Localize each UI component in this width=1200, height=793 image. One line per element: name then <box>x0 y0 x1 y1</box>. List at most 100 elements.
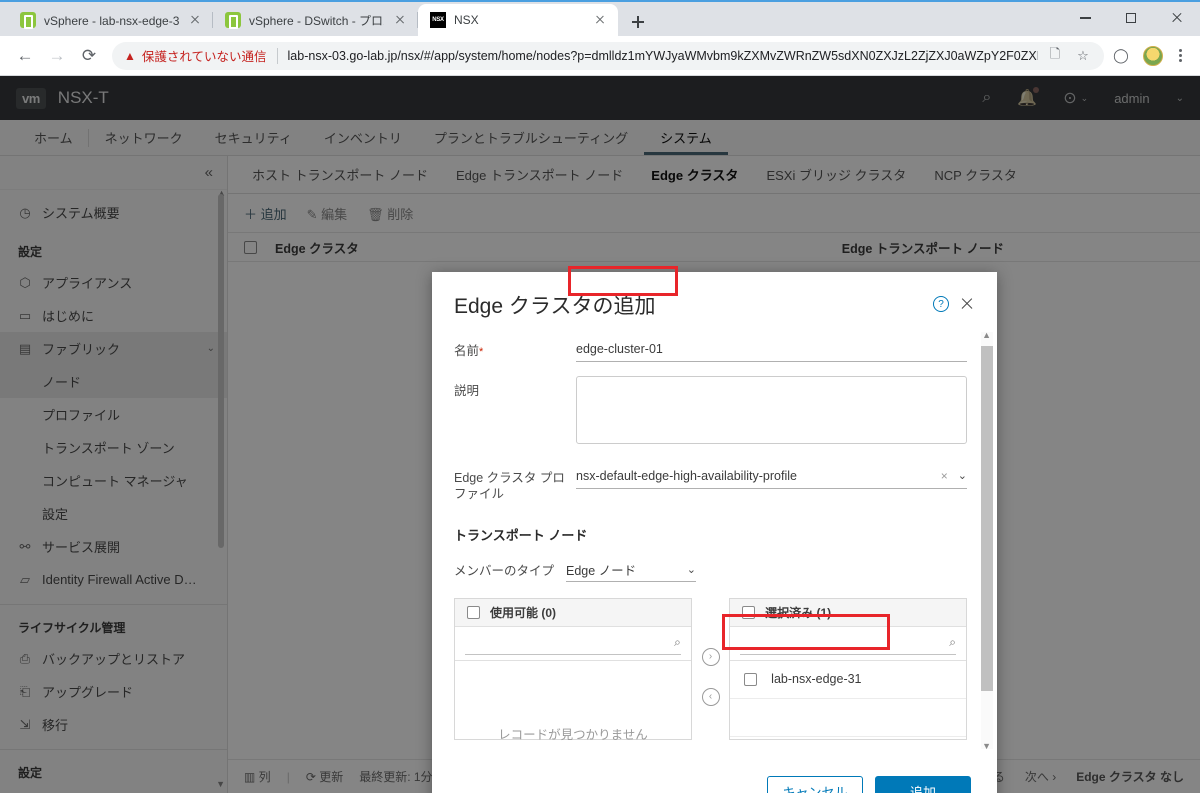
clear-icon[interactable]: × <box>941 469 948 483</box>
available-search-field[interactable]: ⌕ <box>465 631 681 655</box>
close-icon[interactable] <box>959 296 975 312</box>
close-icon[interactable] <box>592 12 608 28</box>
bookmark-star-icon[interactable]: ☆ <box>1072 45 1094 67</box>
column-header-edge-transport-node[interactable]: Edge トランスポート ノード <box>842 238 1004 257</box>
search-icon[interactable]: ⌕ <box>982 89 991 107</box>
sidebar-scrollbar[interactable] <box>218 194 224 548</box>
nav-item-home[interactable]: ホーム <box>18 120 89 155</box>
chevron-down-icon[interactable]: ⌄ <box>1176 93 1184 104</box>
selected-search-field[interactable]: ⌕ <box>740 631 956 655</box>
chevron-down-icon[interactable]: ⌄ <box>958 469 967 482</box>
browser-menu-icon[interactable] <box>1170 46 1190 66</box>
sidebar-item-compute-managers[interactable]: コンピュート マネージャ <box>0 464 227 497</box>
nav-item-security[interactable]: セキュリティ <box>199 120 308 155</box>
dialog-title: Edge クラスタの追加 <box>454 295 656 318</box>
maximize-button[interactable] <box>1108 2 1154 34</box>
browser-toolbar: ← → ⟳ ▲ 保護されていない通信 lab-nsx-03.go-lab.jp/… <box>0 36 1200 76</box>
sidebar-item-appliances[interactable]: ⬡ アプライアンス <box>0 266 227 299</box>
member-type-select[interactable]: Edge ノード ⌄ <box>566 558 697 582</box>
help-icon[interactable]: ⊙ ⌄ <box>1063 88 1088 108</box>
sidebar-item-migration[interactable]: ⇲ 移行 <box>0 708 227 741</box>
product-title: NSX-T <box>57 88 109 107</box>
browser-titlebar: vSphere - lab-nsx-edge-31 - サマ vSphere -… <box>0 0 1200 36</box>
refresh-button[interactable]: ⟳ 更新 <box>306 768 343 785</box>
browser-tab-1[interactable]: vSphere - lab-nsx-edge-31 - サマ <box>8 4 213 36</box>
nav-item-networking[interactable]: ネットワーク <box>89 120 199 155</box>
sidebar-item-identity-firewall[interactable]: ▱ Identity Firewall Active D… <box>0 563 227 596</box>
sidebar-item-fabric[interactable]: ▤ ファブリック ⌄ <box>0 332 227 365</box>
security-warning-label: 保護されていない通信 <box>141 50 267 64</box>
sidebar-item-nodes[interactable]: ノード <box>0 365 227 398</box>
sidebar-section-settings2: 設定 <box>18 766 43 780</box>
sidebar-item-system-overview[interactable]: ◷ システム概要 <box>0 196 227 229</box>
user-menu[interactable]: admin <box>1114 91 1149 106</box>
nav-item-inventory[interactable]: インベントリ <box>308 120 418 155</box>
chevron-left-circle-icon[interactable]: ‹ <box>701 687 720 706</box>
sidebar-item-settings[interactable]: 設定 <box>0 497 227 530</box>
tab-edge-clusters[interactable]: Edge クラスタ <box>639 156 750 194</box>
edit-button[interactable]: ✎ 編集 <box>307 204 348 223</box>
minimize-button[interactable] <box>1062 2 1108 34</box>
scroll-up-icon[interactable]: ▲ <box>982 330 991 340</box>
sidebar-scroll-area: ▲ ◷ システム概要 設定 ⬡ アプライアンス ▭ <box>0 190 227 793</box>
sidebar-item-service-deployments[interactable]: ⚯ サービス展開 <box>0 530 227 563</box>
warning-icon: ▲ <box>124 48 136 63</box>
sidebar-item-label: ファブリック <box>42 342 121 357</box>
add-submit-button[interactable]: 追加 <box>875 776 971 793</box>
sidebar-item-label: ノード <box>42 375 82 390</box>
tab-edge-transport-nodes[interactable]: Edge トランスポート ノード <box>444 156 635 194</box>
description-textarea[interactable] <box>576 376 967 444</box>
vsphere-icon <box>20 12 36 29</box>
tab-esxi-bridge-clusters[interactable]: ESXi ブリッジ クラスタ <box>754 156 918 194</box>
profile-avatar[interactable] <box>1138 41 1168 71</box>
sidebar-item-transport-zones[interactable]: トランスポート ゾーン <box>0 431 227 464</box>
bell-icon[interactable]: 🔔 <box>1017 87 1040 108</box>
row-checkbox[interactable] <box>744 672 758 686</box>
forward-button[interactable]: → <box>42 41 72 71</box>
list-item[interactable]: lab-nsx-edge-31 <box>730 661 966 699</box>
back-button[interactable]: ← <box>10 41 40 71</box>
sidebar-item-backup-restore[interactable]: ⎙ バックアップとリストア <box>0 642 227 675</box>
browser-tab-2[interactable]: vSphere - DSwitch - プロパティ <box>213 4 418 36</box>
sidebar-item-label: トランスポート ゾーン <box>42 441 175 456</box>
help-icon[interactable]: ? <box>933 296 949 312</box>
browser-tab-3[interactable]: NSX NSX <box>418 4 618 36</box>
tab-ncp-clusters[interactable]: NCP クラスタ <box>922 156 1029 194</box>
tab-label: ESXi ブリッジ クラスタ <box>766 168 907 183</box>
scroll-down-icon[interactable]: ▼ <box>982 741 991 751</box>
select-all-checkbox[interactable] <box>244 240 257 254</box>
dialog-scrollbar-thumb[interactable] <box>981 346 993 691</box>
sidebar-item-upgrade[interactable]: ⎗ アップグレード <box>0 675 227 708</box>
extension-icon[interactable]: ◯ <box>1106 41 1136 71</box>
chevron-right-circle-icon[interactable]: › <box>701 647 720 666</box>
nav-item-system[interactable]: システム <box>644 120 728 155</box>
reload-button[interactable]: ⟳ <box>74 41 104 71</box>
next-page-button[interactable]: 次へ › <box>1025 768 1056 785</box>
delete-button[interactable]: 🗑 削除 <box>367 204 413 223</box>
available-select-all-checkbox[interactable] <box>467 605 480 619</box>
column-header-edge-cluster[interactable]: Edge クラスタ <box>275 238 415 257</box>
address-bar[interactable]: ▲ 保護されていない通信 lab-nsx-03.go-lab.jp/nsx/#/… <box>112 41 1104 70</box>
profile-select[interactable]: nsx-default-edge-high-availability-profi… <box>576 463 967 489</box>
nav-item-plan-troubleshoot[interactable]: プランとトラブルシューティング <box>418 120 644 155</box>
new-tab-button[interactable] <box>624 8 652 36</box>
add-button-label: 追加 <box>260 206 287 222</box>
add-button[interactable]: ＋ 追加 <box>244 204 287 223</box>
selected-select-all-checkbox[interactable] <box>742 605 756 619</box>
sidebar-collapse-button[interactable]: « <box>0 156 227 190</box>
translate-icon[interactable]: 🗋 <box>1044 45 1066 67</box>
tab-host-transport-nodes[interactable]: ホスト トランスポート ノード <box>240 156 440 194</box>
dialog-body: ▲ ▼ 名前* 説明 <box>432 326 997 755</box>
close-icon[interactable] <box>187 12 203 28</box>
sidebar-item-getting-started[interactable]: ▭ はじめに <box>0 299 227 332</box>
selected-search[interactable]: ⌕ <box>730 627 966 661</box>
name-input[interactable] <box>576 336 967 362</box>
close-window-button[interactable] <box>1154 2 1200 34</box>
chevron-down-icon: ⌄ <box>686 563 697 576</box>
scroll-down-icon[interactable]: ▼ <box>216 779 225 789</box>
columns-button[interactable]: ▥ 列 <box>244 768 271 785</box>
available-search[interactable]: ⌕ <box>455 627 691 661</box>
close-icon[interactable] <box>392 12 408 28</box>
sidebar-item-profiles[interactable]: プロファイル <box>0 398 227 431</box>
cancel-button[interactable]: キャンセル <box>767 776 863 793</box>
